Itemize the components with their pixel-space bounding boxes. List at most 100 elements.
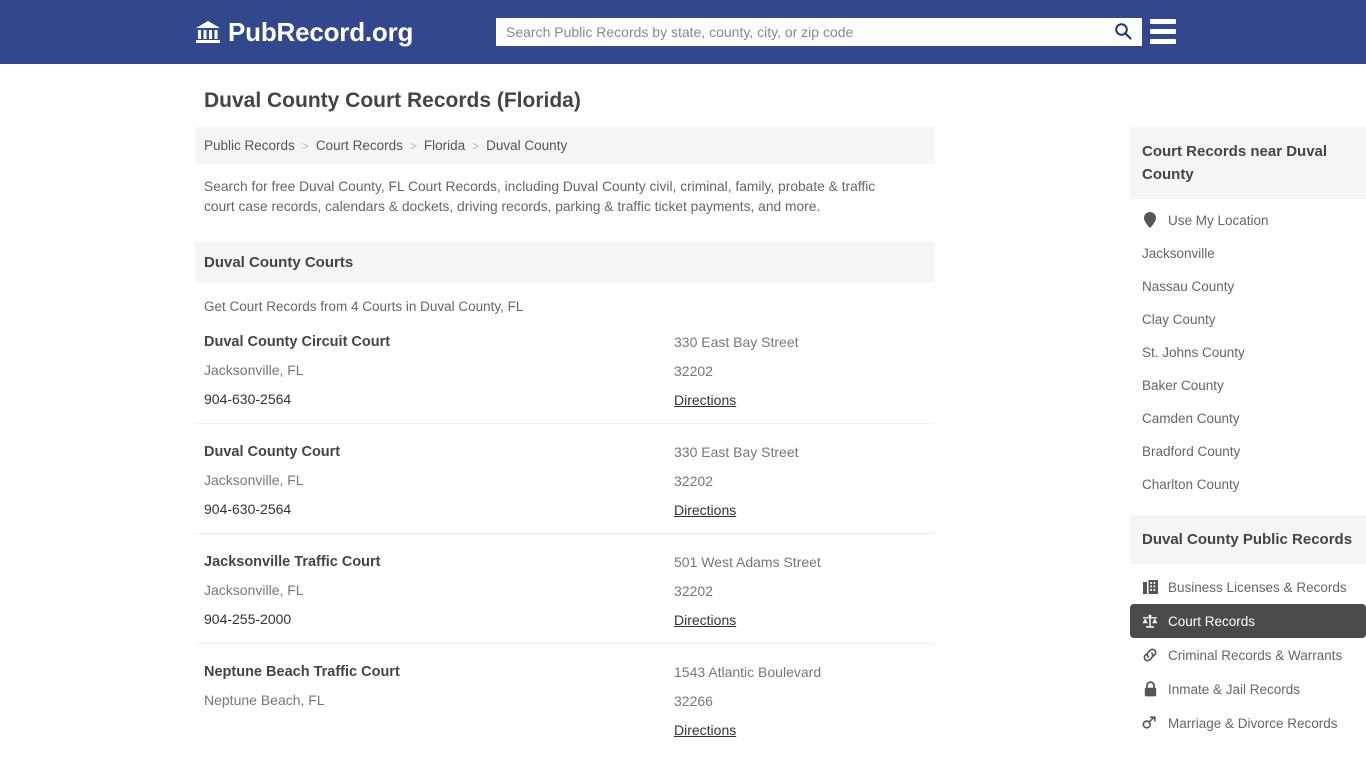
- section-header-courts: Duval County Courts: [195, 242, 935, 283]
- page-body: Duval County Court Records (Florida) Pub…: [0, 89, 1366, 768]
- sidebar-item-baker-county[interactable]: Baker County: [1130, 369, 1366, 402]
- section-subtext-courts: Get Court Records from 4 Courts in Duval…: [204, 299, 524, 314]
- sidebar-item-court-records[interactable]: Court Records: [1130, 604, 1366, 638]
- court-phone: 904-630-2564: [204, 501, 292, 517]
- main-column: Public Records > Court Records > Florida…: [195, 127, 935, 768]
- sidebar-item-inmate-jail-records[interactable]: Inmate & Jail Records: [1130, 672, 1366, 706]
- search-icon: [1114, 22, 1132, 43]
- sidebar-item-clay-county[interactable]: Clay County: [1130, 303, 1366, 336]
- map-pin-icon: [1142, 212, 1158, 228]
- hamburger-bar: [1150, 29, 1176, 34]
- sidebar-item-label: Use My Location: [1168, 212, 1269, 228]
- table-row: Neptune Beach Traffic Court Neptune Beac…: [195, 644, 935, 753]
- sidebar-item-label: Criminal Records & Warrants: [1168, 647, 1343, 663]
- lock-icon: [1142, 681, 1158, 697]
- sidebar-item-charlton-county[interactable]: Charlton County: [1130, 468, 1366, 501]
- court-name-link[interactable]: Jacksonville Traffic Court: [204, 554, 674, 570]
- sidebar-nearby-list: Use My Location Jacksonville Nassau Coun…: [1130, 199, 1366, 501]
- sidebar-item-label: Business Licenses & Records: [1168, 579, 1347, 595]
- search-input[interactable]: [496, 18, 1104, 46]
- court-zip: 32202: [674, 583, 713, 599]
- search-bar: [496, 18, 1142, 46]
- court-info: Duval County Court Jacksonville, FL 904-…: [204, 444, 674, 520]
- scales-icon: [1142, 613, 1158, 629]
- court-street-address: 330 East Bay Street: [674, 444, 799, 460]
- table-row: Duval County Court Jacksonville, FL 904-…: [195, 424, 935, 534]
- building-icon: [1142, 579, 1158, 595]
- site-header: PubRecord.org: [0, 0, 1366, 64]
- sidebar: Court Records near Duval County Use My L…: [1130, 127, 1366, 768]
- court-zip: 32266: [674, 693, 713, 709]
- sidebar-item-label: Camden County: [1142, 411, 1240, 426]
- page-title: Duval County Court Records (Florida): [204, 89, 581, 112]
- directions-link[interactable]: Directions: [674, 722, 736, 738]
- court-street-address: 1543 Atlantic Boulevard: [674, 664, 822, 680]
- court-zip: 32202: [674, 473, 713, 489]
- directions-link[interactable]: Directions: [674, 502, 736, 518]
- sidebar-item-label: Inmate & Jail Records: [1168, 681, 1301, 697]
- sidebar-item-label: Marriage & Divorce Records: [1168, 715, 1338, 731]
- court-city: Jacksonville, FL: [204, 582, 304, 598]
- sidebar-item-label: Nassau County: [1142, 279, 1235, 294]
- courts-list: Duval County Circuit Court Jacksonville,…: [195, 314, 935, 753]
- link-icon: [1142, 647, 1158, 663]
- hamburger-menu-icon[interactable]: [1150, 19, 1176, 44]
- court-address-block: 501 West Adams Street 32202 Directions: [674, 554, 926, 630]
- court-zip: 32202: [674, 363, 713, 379]
- gender-icon: [1142, 715, 1158, 731]
- logo-text: PubRecord.org: [228, 16, 414, 47]
- table-row: Duval County Circuit Court Jacksonville,…: [195, 314, 935, 424]
- sidebar-item-marriage-divorce-records[interactable]: Marriage & Divorce Records: [1130, 706, 1366, 740]
- search-button[interactable]: [1104, 18, 1142, 46]
- court-city: Jacksonville, FL: [204, 362, 304, 378]
- sidebar-item-label: Charlton County: [1142, 477, 1240, 492]
- court-name-link[interactable]: Neptune Beach Traffic Court: [204, 664, 674, 680]
- hamburger-bar: [1150, 19, 1176, 24]
- sidebar-item-camden-county[interactable]: Camden County: [1130, 402, 1366, 435]
- breadcrumb-separator: >: [301, 138, 309, 153]
- sidebar-item-use-my-location[interactable]: Use My Location: [1130, 203, 1366, 237]
- breadcrumb-item-florida[interactable]: Florida: [424, 138, 465, 153]
- court-info: Jacksonville Traffic Court Jacksonville,…: [204, 554, 674, 630]
- breadcrumb-item-duval-county[interactable]: Duval County: [486, 138, 567, 153]
- sidebar-item-label: Court Records: [1168, 613, 1256, 629]
- sidebar-item-label: Bradford County: [1142, 444, 1241, 459]
- directions-link[interactable]: Directions: [674, 392, 736, 408]
- sidebar-item-label: Clay County: [1142, 312, 1216, 327]
- directions-link[interactable]: Directions: [674, 612, 736, 628]
- breadcrumb-separator: >: [409, 138, 417, 153]
- court-address-block: 330 East Bay Street 32202 Directions: [674, 334, 926, 410]
- court-address-block: 1543 Atlantic Boulevard 32266 Directions: [674, 664, 926, 740]
- content-columns: Public Records > Court Records > Florida…: [195, 127, 1366, 768]
- page-intro-text: Search for free Duval County, FL Court R…: [204, 179, 876, 214]
- sidebar-item-criminal-records[interactable]: Criminal Records & Warrants: [1130, 638, 1366, 672]
- court-street-address: 501 West Adams Street: [674, 554, 821, 570]
- court-address-block: 330 East Bay Street 32202 Directions: [674, 444, 926, 520]
- sidebar-item-nassau-county[interactable]: Nassau County: [1130, 270, 1366, 303]
- breadcrumb-item-public-records[interactable]: Public Records: [204, 138, 295, 153]
- sidebar-public-records-list: Business Licenses & Records Court Record…: [1130, 564, 1366, 740]
- court-city: Neptune Beach, FL: [204, 692, 325, 708]
- court-city: Jacksonville, FL: [204, 472, 304, 488]
- site-logo[interactable]: PubRecord.org: [195, 17, 413, 48]
- court-name-link[interactable]: Duval County Court: [204, 444, 674, 460]
- court-name-link[interactable]: Duval County Circuit Court: [204, 334, 674, 350]
- sidebar-item-bradford-county[interactable]: Bradford County: [1130, 435, 1366, 468]
- court-phone: 904-630-2564: [204, 391, 292, 407]
- breadcrumb: Public Records > Court Records > Florida…: [195, 127, 935, 164]
- hamburger-bar: [1150, 39, 1176, 44]
- breadcrumb-item-court-records[interactable]: Court Records: [316, 138, 403, 153]
- court-street-address: 330 East Bay Street: [674, 334, 799, 350]
- sidebar-item-label: Baker County: [1142, 378, 1224, 393]
- sidebar-header-public-records: Duval County Public Records: [1130, 515, 1366, 564]
- bank-building-icon: [195, 20, 221, 44]
- breadcrumb-separator: >: [472, 138, 480, 153]
- sidebar-item-st-johns-county[interactable]: St. Johns County: [1130, 336, 1366, 369]
- sidebar-item-label: Jacksonville: [1142, 246, 1215, 261]
- court-phone: 904-255-2000: [204, 611, 292, 627]
- sidebar-item-label: St. Johns County: [1142, 345, 1245, 360]
- court-info: Duval County Circuit Court Jacksonville,…: [204, 334, 674, 410]
- court-info: Neptune Beach Traffic Court Neptune Beac…: [204, 664, 674, 740]
- sidebar-item-jacksonville[interactable]: Jacksonville: [1130, 237, 1366, 270]
- sidebar-item-business-licenses[interactable]: Business Licenses & Records: [1130, 570, 1366, 604]
